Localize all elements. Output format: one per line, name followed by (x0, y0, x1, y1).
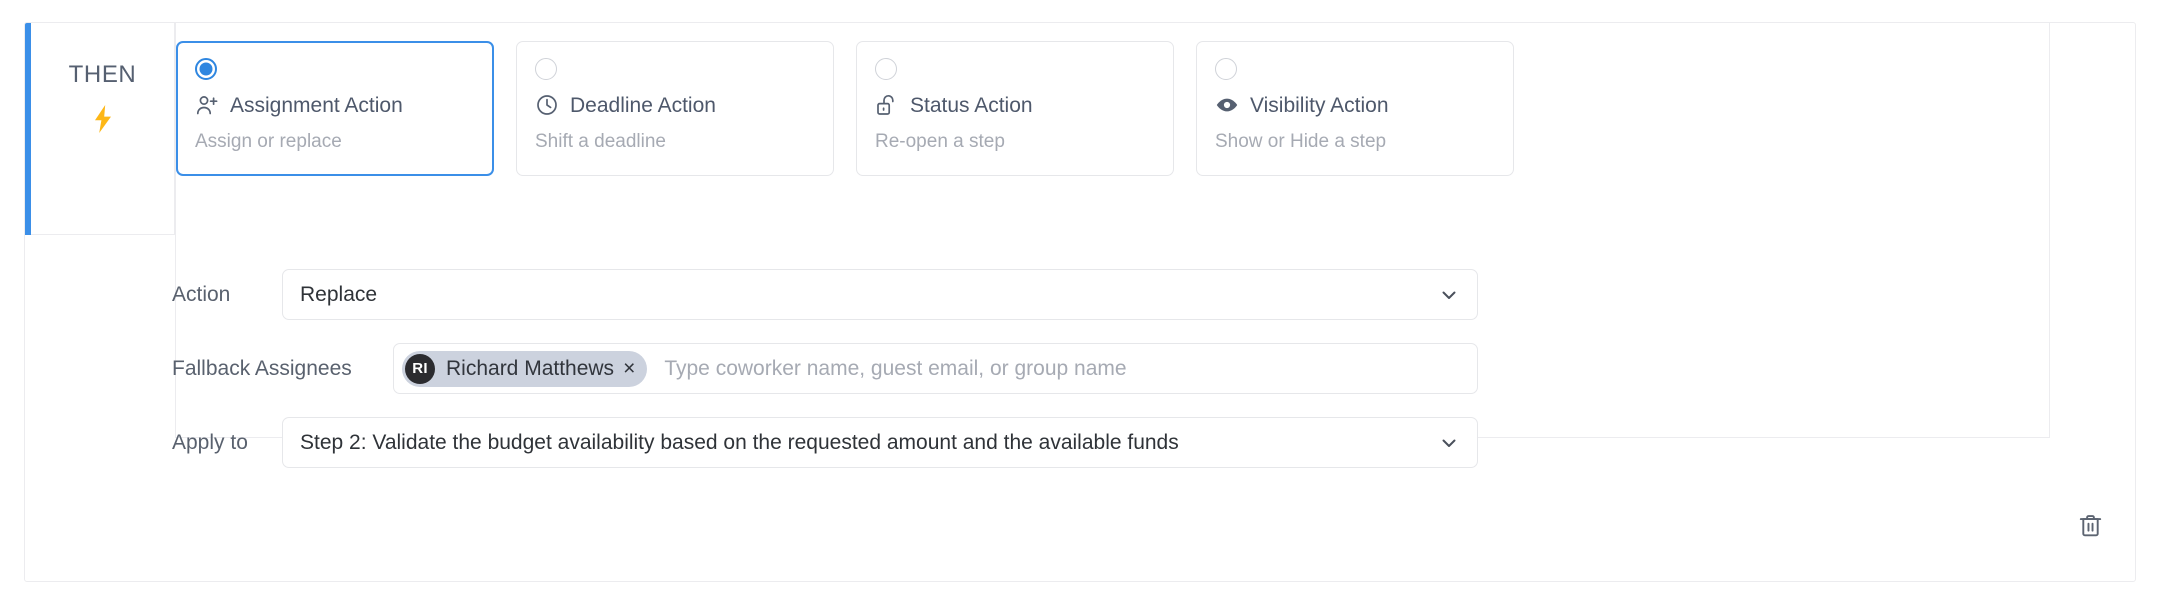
radio-visibility[interactable] (1215, 58, 1237, 80)
fallback-assignees-input[interactable]: RI Richard Matthews × Type coworker name… (393, 343, 1478, 394)
eye-icon (1215, 93, 1239, 117)
avatar: RI (405, 354, 435, 384)
radio-status[interactable] (875, 58, 897, 80)
chevron-down-icon (1439, 433, 1459, 453)
then-rule-card: THEN (24, 22, 2136, 582)
card-title-row: Status Action (875, 93, 1155, 117)
assignee-chip[interactable]: RI Richard Matthews × (402, 351, 647, 387)
then-label-column: THEN (31, 23, 175, 235)
delete-rule-button[interactable] (2068, 503, 2112, 547)
action-card-status[interactable]: Status Action Re-open a step (856, 41, 1174, 176)
assignee-chip-name: Richard Matthews (446, 357, 614, 381)
action-select-value: Replace (300, 283, 377, 307)
action-select[interactable]: Replace (282, 269, 1478, 320)
radio-assignment[interactable] (195, 58, 217, 80)
apply-to-select[interactable]: Step 2: Validate the budget availability… (282, 417, 1478, 468)
action-card-title: Visibility Action (1250, 95, 1389, 116)
fallback-assignees-label: Fallback Assignees (172, 357, 352, 381)
lightning-bolt-icon (92, 105, 114, 133)
automation-rule-screen: THEN (0, 0, 2172, 606)
action-card-subtitle: Assign or replace (195, 132, 475, 151)
unlock-icon (875, 93, 899, 117)
action-card-subtitle: Re-open a step (875, 132, 1155, 151)
then-label: THEN (69, 63, 137, 87)
action-card-deadline[interactable]: Deadline Action Shift a deadline (516, 41, 834, 176)
apply-to-value: Step 2: Validate the budget availability… (300, 431, 1179, 455)
trash-icon (2077, 512, 2104, 539)
action-card-subtitle: Show or Hide a step (1215, 132, 1495, 151)
action-field-label: Action (172, 283, 230, 307)
action-type-cards: Assignment Action Assign or replace (176, 41, 2051, 176)
clock-icon (535, 93, 559, 117)
card-title-row: Assignment Action (195, 93, 475, 117)
action-card-assignment[interactable]: Assignment Action Assign or replace (176, 41, 494, 176)
card-title-row: Visibility Action (1215, 93, 1495, 117)
action-card-title: Deadline Action (570, 95, 716, 116)
action-card-title: Status Action (910, 95, 1033, 116)
chevron-down-icon (1439, 285, 1459, 305)
action-card-title: Assignment Action (230, 95, 403, 116)
card-title-row: Deadline Action (535, 93, 815, 117)
apply-to-label: Apply to (172, 431, 248, 455)
assignee-search-placeholder: Type coworker name, guest email, or grou… (664, 357, 1126, 381)
action-card-visibility[interactable]: Visibility Action Show or Hide a step (1196, 41, 1514, 176)
action-card-subtitle: Shift a deadline (535, 132, 815, 151)
user-plus-icon (195, 93, 219, 117)
remove-assignee-icon[interactable]: × (623, 358, 635, 379)
radio-deadline[interactable] (535, 58, 557, 80)
